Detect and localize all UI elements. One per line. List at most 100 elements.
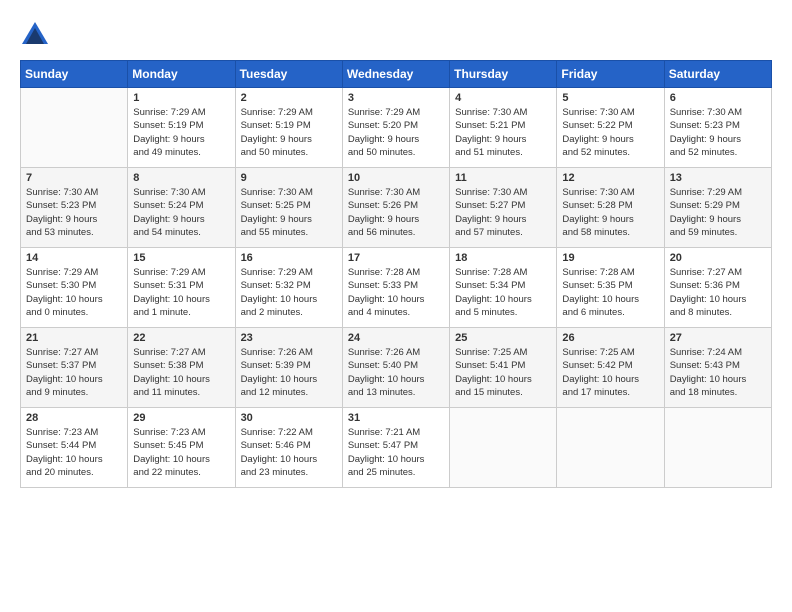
- day-number: 28: [26, 412, 122, 424]
- calendar-cell: 22 Sunrise: 7:27 AMSunset: 5:38 PMDayligh…: [128, 328, 235, 408]
- day-number: 8: [133, 172, 229, 184]
- calendar-cell: 7 Sunrise: 7:30 AMSunset: 5:23 PMDaylight…: [21, 168, 128, 248]
- day-number: 20: [670, 252, 766, 264]
- calendar-cell: 4Sunrise: 7:30 AMSunset: 5:21 PMDaylight…: [450, 88, 557, 168]
- day-info: Sunrise: 7:27 AMSunset: 5:36 PMDaylight:…: [670, 266, 766, 319]
- day-number: 16: [241, 252, 337, 264]
- calendar-cell: 19 Sunrise: 7:28 AMSunset: 5:35 PMDayligh…: [557, 248, 664, 328]
- calendar-cell: 21Sunrise: 7:27 AMSunset: 5:37 PMDayligh…: [21, 328, 128, 408]
- calendar-cell: 12 Sunrise: 7:30 AMSunset: 5:28 PMDayligh…: [557, 168, 664, 248]
- calendar-cell: 2 Sunrise: 7:29 AMSunset: 5:19 PMDaylight…: [235, 88, 342, 168]
- day-info: Sunrise: 7:30 AMSunset: 5:22 PMDaylight:…: [562, 106, 658, 159]
- day-number: 5: [562, 92, 658, 104]
- day-number: 11: [455, 172, 551, 184]
- calendar-cell: 13 Sunrise: 7:29 AMSunset: 5:29 PMDayligh…: [664, 168, 771, 248]
- calendar-cell: 31 Sunrise: 7:21 AMSunset: 5:47 PMDayligh…: [342, 408, 449, 488]
- day-number: 25: [455, 332, 551, 344]
- weekday-header: Monday: [128, 61, 235, 88]
- calendar-cell: 30Sunrise: 7:22 AMSunset: 5:46 PMDayligh…: [235, 408, 342, 488]
- calendar-cell: 24Sunrise: 7:26 AMSunset: 5:40 PMDayligh…: [342, 328, 449, 408]
- day-number: 17: [348, 252, 444, 264]
- day-number: 4: [455, 92, 551, 104]
- day-info: Sunrise: 7:25 AMSunset: 5:41 PMDaylight:…: [455, 346, 551, 399]
- calendar-cell: 5 Sunrise: 7:30 AMSunset: 5:22 PMDaylight…: [557, 88, 664, 168]
- day-number: 29: [133, 412, 229, 424]
- day-info: Sunrise: 7:29 AMSunset: 5:19 PMDaylight:…: [241, 106, 337, 159]
- logo: [20, 20, 54, 50]
- calendar-cell: 11Sunrise: 7:30 AMSunset: 5:27 PMDayligh…: [450, 168, 557, 248]
- calendar-cell: 18 Sunrise: 7:28 AMSunset: 5:34 PMDayligh…: [450, 248, 557, 328]
- day-number: 2: [241, 92, 337, 104]
- day-number: 15: [133, 252, 229, 264]
- day-number: 13: [670, 172, 766, 184]
- day-info: Sunrise: 7:30 AMSunset: 5:23 PMDaylight:…: [26, 186, 122, 239]
- calendar-cell: 25 Sunrise: 7:25 AMSunset: 5:41 PMDayligh…: [450, 328, 557, 408]
- day-number: 27: [670, 332, 766, 344]
- logo-icon: [20, 20, 50, 50]
- calendar-week-row: 21Sunrise: 7:27 AMSunset: 5:37 PMDayligh…: [21, 328, 772, 408]
- day-number: 24: [348, 332, 444, 344]
- calendar-week-row: 14 Sunrise: 7:29 AMSunset: 5:30 PMDayligh…: [21, 248, 772, 328]
- weekday-header: Thursday: [450, 61, 557, 88]
- calendar-header-row: SundayMondayTuesdayWednesdayThursdayFrid…: [21, 61, 772, 88]
- calendar-cell: 20 Sunrise: 7:27 AMSunset: 5:36 PMDayligh…: [664, 248, 771, 328]
- weekday-header: Sunday: [21, 61, 128, 88]
- calendar-cell: [21, 88, 128, 168]
- weekday-header: Tuesday: [235, 61, 342, 88]
- day-number: 30: [241, 412, 337, 424]
- day-number: 6: [670, 92, 766, 104]
- day-number: 21: [26, 332, 122, 344]
- calendar-cell: 15 Sunrise: 7:29 AMSunset: 5:31 PMDayligh…: [128, 248, 235, 328]
- day-info: Sunrise: 7:23 AMSunset: 5:44 PMDaylight:…: [26, 426, 122, 479]
- calendar-cell: 16 Sunrise: 7:29 AMSunset: 5:32 PMDayligh…: [235, 248, 342, 328]
- day-number: 23: [241, 332, 337, 344]
- calendar-cell: 8 Sunrise: 7:30 AMSunset: 5:24 PMDaylight…: [128, 168, 235, 248]
- calendar-cell: 26 Sunrise: 7:25 AMSunset: 5:42 PMDayligh…: [557, 328, 664, 408]
- weekday-header: Wednesday: [342, 61, 449, 88]
- weekday-header: Friday: [557, 61, 664, 88]
- day-info: Sunrise: 7:21 AMSunset: 5:47 PMDaylight:…: [348, 426, 444, 479]
- day-number: 19: [562, 252, 658, 264]
- calendar-cell: 10 Sunrise: 7:30 AMSunset: 5:26 PMDayligh…: [342, 168, 449, 248]
- day-number: 22: [133, 332, 229, 344]
- day-info: Sunrise: 7:29 AMSunset: 5:20 PMDaylight:…: [348, 106, 444, 159]
- day-info: Sunrise: 7:25 AMSunset: 5:42 PMDaylight:…: [562, 346, 658, 399]
- day-number: 31: [348, 412, 444, 424]
- calendar-week-row: 7 Sunrise: 7:30 AMSunset: 5:23 PMDaylight…: [21, 168, 772, 248]
- weekday-header: Saturday: [664, 61, 771, 88]
- calendar-cell: 23Sunrise: 7:26 AMSunset: 5:39 PMDayligh…: [235, 328, 342, 408]
- day-number: 3: [348, 92, 444, 104]
- day-number: 18: [455, 252, 551, 264]
- calendar-cell: 29Sunrise: 7:23 AMSunset: 5:45 PMDayligh…: [128, 408, 235, 488]
- day-info: Sunrise: 7:30 AMSunset: 5:28 PMDaylight:…: [562, 186, 658, 239]
- calendar-cell: 28 Sunrise: 7:23 AMSunset: 5:44 PMDayligh…: [21, 408, 128, 488]
- day-number: 7: [26, 172, 122, 184]
- day-number: 26: [562, 332, 658, 344]
- day-info: Sunrise: 7:24 AMSunset: 5:43 PMDaylight:…: [670, 346, 766, 399]
- calendar-container: SundayMondayTuesdayWednesdayThursdayFrid…: [0, 0, 792, 498]
- calendar-cell: [664, 408, 771, 488]
- day-info: Sunrise: 7:28 AMSunset: 5:33 PMDaylight:…: [348, 266, 444, 319]
- day-info: Sunrise: 7:30 AMSunset: 5:25 PMDaylight:…: [241, 186, 337, 239]
- calendar-cell: 9Sunrise: 7:30 AMSunset: 5:25 PMDaylight…: [235, 168, 342, 248]
- day-info: Sunrise: 7:29 AMSunset: 5:31 PMDaylight:…: [133, 266, 229, 319]
- day-info: Sunrise: 7:29 AMSunset: 5:32 PMDaylight:…: [241, 266, 337, 319]
- calendar-cell: 17 Sunrise: 7:28 AMSunset: 5:33 PMDayligh…: [342, 248, 449, 328]
- day-number: 1: [133, 92, 229, 104]
- calendar-cell: 3 Sunrise: 7:29 AMSunset: 5:20 PMDaylight…: [342, 88, 449, 168]
- day-info: Sunrise: 7:29 AMSunset: 5:29 PMDaylight:…: [670, 186, 766, 239]
- day-info: Sunrise: 7:30 AMSunset: 5:24 PMDaylight:…: [133, 186, 229, 239]
- calendar-week-row: 28 Sunrise: 7:23 AMSunset: 5:44 PMDayligh…: [21, 408, 772, 488]
- day-info: Sunrise: 7:29 AMSunset: 5:30 PMDaylight:…: [26, 266, 122, 319]
- day-info: Sunrise: 7:27 AMSunset: 5:38 PMDaylight:…: [133, 346, 229, 399]
- calendar-week-row: 1 Sunrise: 7:29 AMSunset: 5:19 PMDaylight…: [21, 88, 772, 168]
- day-number: 14: [26, 252, 122, 264]
- day-info: Sunrise: 7:30 AMSunset: 5:26 PMDaylight:…: [348, 186, 444, 239]
- calendar-table: SundayMondayTuesdayWednesdayThursdayFrid…: [20, 60, 772, 488]
- day-info: Sunrise: 7:28 AMSunset: 5:35 PMDaylight:…: [562, 266, 658, 319]
- calendar-cell: 14 Sunrise: 7:29 AMSunset: 5:30 PMDayligh…: [21, 248, 128, 328]
- day-number: 12: [562, 172, 658, 184]
- day-number: 10: [348, 172, 444, 184]
- day-info: Sunrise: 7:30 AMSunset: 5:23 PMDaylight:…: [670, 106, 766, 159]
- day-info: Sunrise: 7:28 AMSunset: 5:34 PMDaylight:…: [455, 266, 551, 319]
